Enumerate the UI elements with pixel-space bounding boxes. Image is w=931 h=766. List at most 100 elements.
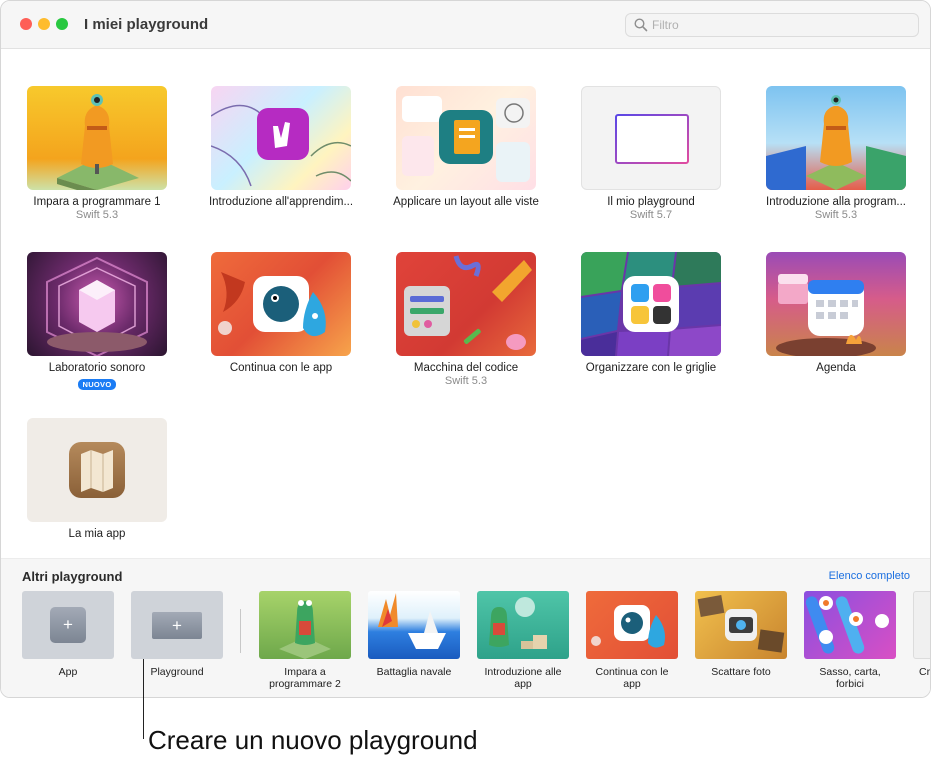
card-label: Sasso, carta, forbici [819, 666, 881, 690]
other-playground-card[interactable]: Introduzione alle app [477, 591, 569, 690]
card-label: Battaglia navale [376, 666, 452, 678]
calendar-icon [776, 274, 876, 356]
hand-icons [805, 596, 889, 654]
swift-version: Swift 5.7 [629, 209, 673, 221]
swift-version: Swift 5.3 [444, 375, 488, 387]
full-list-link[interactable]: Elenco completo [829, 570, 910, 582]
playground-title: La mia app [68, 528, 126, 540]
playground-title: Agenda [816, 362, 856, 374]
other-playground-card[interactable]: Scattare foto [695, 591, 787, 678]
playground-title: Impara a programmare 1 [33, 196, 161, 208]
crystal-icon [46, 256, 148, 356]
new-badge: NUOVO [78, 379, 116, 390]
card-thumbnail [804, 591, 896, 659]
playground-thumbnail [396, 86, 536, 190]
card-thumbnail [259, 591, 351, 659]
card-label: Impara a programmare 2 [269, 666, 341, 690]
playground-title: Il mio playground [607, 196, 695, 208]
card-label: Introduzione alle app [484, 666, 562, 690]
other-playground-card-partial[interactable]: Cr [913, 591, 930, 678]
playground-title: Introduzione alla program... [766, 196, 906, 208]
other-playground-card[interactable]: Impara a programmare 2 [259, 591, 351, 690]
peacock-icon [591, 605, 665, 648]
new-playground-thumbnail: + [131, 591, 223, 659]
search-icon [634, 18, 648, 32]
byte-character-icon [57, 94, 139, 190]
card-label: Continua con le app [595, 666, 669, 690]
new-app-thumbnail: + [22, 591, 114, 659]
card-label: Cr [919, 666, 930, 678]
new-playground-button[interactable]: + Playground [131, 591, 223, 678]
playground-tile[interactable]: Agenda [744, 252, 928, 374]
card-label: App [58, 666, 78, 678]
peacock-icon [218, 272, 326, 337]
card-thumbnail [913, 591, 930, 659]
byte-character-icon [279, 600, 331, 659]
blank-playground-icon [615, 114, 689, 164]
playground-tile[interactable]: Organizzare con le griglie [559, 252, 743, 374]
card-label: Scattare foto [711, 666, 771, 678]
callout-label: Creare un nuovo playground [148, 725, 478, 755]
byte-character-icon [489, 597, 547, 649]
playground-tile[interactable]: Il mio playground Swift 5.7 [559, 86, 743, 221]
paper-boat-icon [378, 593, 446, 649]
notebook-icon [402, 96, 530, 182]
playground-thumbnail [581, 86, 721, 190]
playground-thumbnail [211, 252, 351, 356]
playground-thumbnail [211, 86, 351, 190]
card-thumbnail [695, 591, 787, 659]
card-thumbnail [586, 591, 678, 659]
card-thumbnail [368, 591, 460, 659]
playground-thumbnail [766, 252, 906, 356]
title-bar: I miei playground [1, 1, 930, 49]
playground-title: Macchina del codice [413, 362, 519, 374]
playground-tile[interactable]: Impara a programmare 1 Swift 5.3 [5, 86, 189, 221]
window-title: I miei playground [84, 16, 209, 33]
divider [240, 609, 241, 653]
playground-tile[interactable]: Continua con le app [189, 252, 373, 374]
zoom-window-button[interactable] [56, 18, 68, 30]
playground-title: Laboratorio sonoro [48, 362, 146, 374]
playgrounds-window: I miei playground Impara a programmare 1… [0, 0, 931, 698]
close-window-button[interactable] [20, 18, 32, 30]
playground-template-icon: + [152, 612, 202, 639]
swift-version: Swift 5.3 [814, 209, 858, 221]
playground-thumbnail [396, 252, 536, 356]
playground-title: Applicare un layout alle viste [393, 196, 539, 208]
playground-tile[interactable]: Laboratorio sonoro NUOVO [5, 252, 189, 392]
playground-thumbnail [27, 252, 167, 356]
other-playground-card[interactable]: Sasso, carta, forbici [804, 591, 896, 690]
other-playgrounds-heading: Altri playground [22, 569, 123, 584]
playground-tile[interactable]: Applicare un layout alle viste [374, 86, 558, 208]
new-app-button[interactable]: + App [22, 591, 114, 678]
card-label: Playground [150, 666, 204, 678]
other-playground-card[interactable]: Continua con le app [586, 591, 678, 690]
swift-version: Swift 5.3 [75, 209, 119, 221]
search-input[interactable] [652, 17, 902, 33]
playground-thumbnail [766, 86, 906, 190]
camera-icon [697, 595, 785, 653]
callout-line [143, 659, 144, 739]
grid-icon [581, 252, 721, 356]
playground-title: Continua con le app [229, 362, 333, 374]
playground-thumbnail [581, 252, 721, 356]
playground-tile[interactable]: Macchina del codice Swift 5.3 [374, 252, 558, 387]
plus-icon: + [63, 615, 73, 634]
byte-character-icon [766, 95, 906, 190]
card-thumbnail [477, 591, 569, 659]
minimize-window-button[interactable] [38, 18, 50, 30]
code-machine-icon [404, 255, 532, 350]
other-playgrounds-panel: Altri playground Elenco completo + App +… [1, 558, 930, 697]
search-field[interactable] [625, 13, 919, 37]
playground-title: Organizzare con le griglie [585, 362, 717, 374]
playground-thumbnail [27, 418, 167, 522]
playground-tile[interactable]: La mia app [5, 418, 189, 540]
map-icon [69, 442, 125, 498]
playground-tile[interactable]: Introduzione all'apprendim... [189, 86, 373, 208]
plus-icon: + [172, 615, 182, 635]
playground-thumbnail [27, 86, 167, 190]
hand-gesture-icon [211, 104, 351, 187]
other-playground-card[interactable]: Battaglia navale [368, 591, 460, 678]
playground-tile[interactable]: Introduzione alla program... Swift 5.3 [744, 86, 928, 221]
app-template-icon: + [50, 607, 86, 643]
